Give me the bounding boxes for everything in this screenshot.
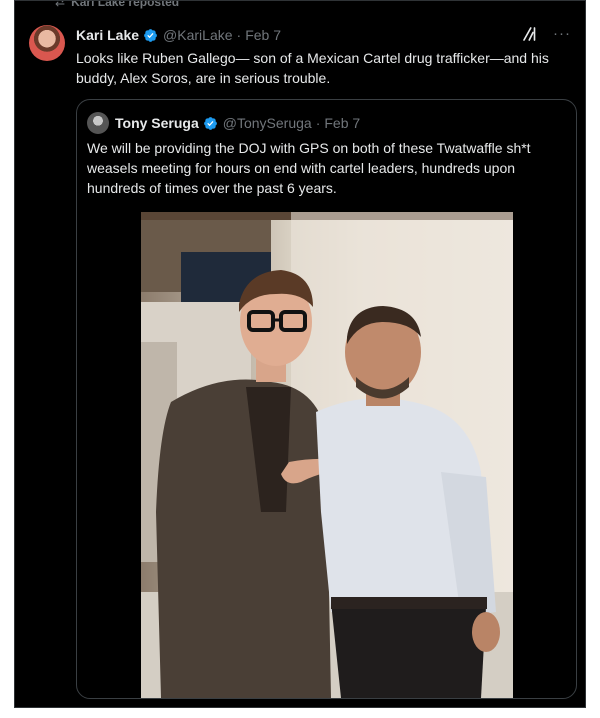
header-separator: · [236, 27, 242, 43]
post-photo[interactable] [141, 212, 513, 698]
photo-illustration [141, 212, 513, 698]
quoted-post-card[interactable]: Tony Seruga @TonySeruga · Feb 7 We will … [76, 99, 577, 699]
verified-badge-icon [144, 28, 157, 42]
repost-label: Kari Lake reposted [71, 0, 180, 9]
repost-indicator[interactable]: ⇄ Kari Lake reposted [55, 0, 180, 11]
author-handle[interactable]: @KariLake [163, 27, 232, 43]
quoted-header-separator: · [315, 115, 321, 131]
post-text: Looks like Ruben Gallego— son of a Mexic… [76, 50, 549, 86]
tweet-frame: ⇄ Kari Lake reposted Kari Lake @KariLake … [14, 0, 586, 708]
grok-icon[interactable] [521, 25, 539, 43]
post-header: Kari Lake @KariLake · Feb 7 ··· [76, 25, 571, 45]
quoted-post-date[interactable]: Feb 7 [324, 115, 360, 131]
quoted-author-name[interactable]: Tony Seruga [115, 115, 199, 131]
quoted-author-handle[interactable]: @TonySeruga [223, 115, 312, 131]
verified-badge-icon [203, 116, 217, 130]
more-options-icon[interactable]: ··· [553, 25, 571, 43]
quoted-post-text: We will be providing the DOJ with GPS on… [87, 140, 531, 196]
header-actions: ··· [521, 25, 571, 43]
post-date[interactable]: Feb 7 [245, 27, 281, 43]
quoted-author-avatar[interactable] [87, 112, 109, 134]
author-avatar[interactable] [29, 25, 65, 61]
repost-icon: ⇄ [55, 0, 66, 9]
author-name[interactable]: Kari Lake [76, 27, 139, 43]
quoted-post-header: Tony Seruga @TonySeruga · Feb 7 [87, 111, 566, 135]
